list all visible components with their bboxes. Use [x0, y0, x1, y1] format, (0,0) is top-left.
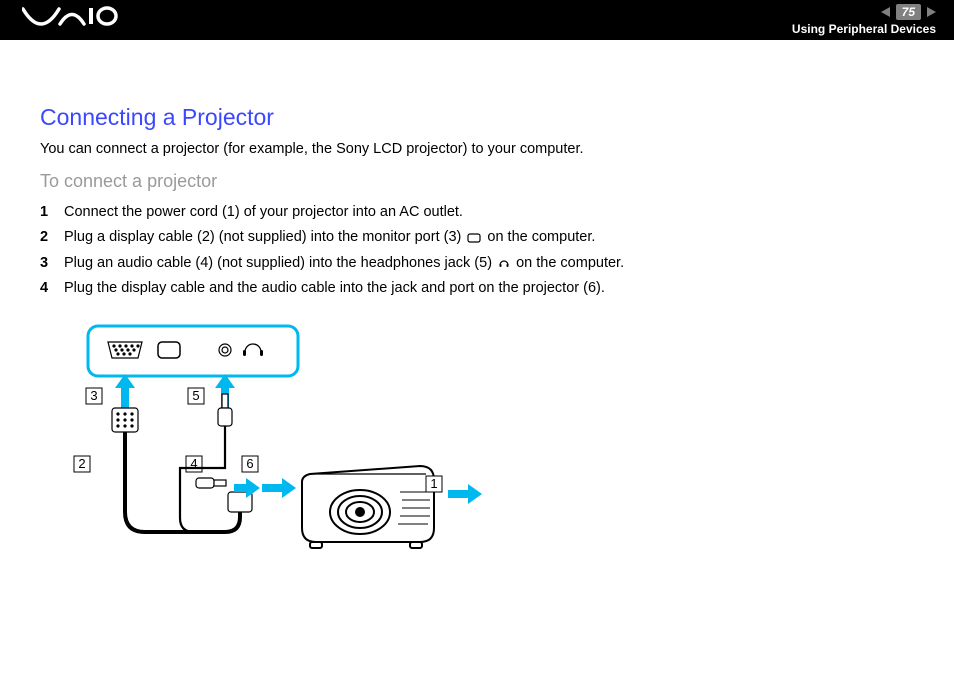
- step-item: Plug the display cable and the audio cab…: [40, 278, 914, 298]
- vaio-logo: [22, 4, 122, 26]
- diagram-label: 2: [78, 456, 85, 471]
- diagram-label: 3: [90, 388, 97, 403]
- connection-diagram: 3 5 2: [70, 322, 914, 577]
- intro-text: You can connect a projector (for example…: [40, 141, 914, 157]
- diagram-label: 6: [246, 456, 253, 471]
- step-text: Plug a display cable (2) (not supplied) …: [64, 227, 595, 247]
- step-text: Plug the display cable and the audio cab…: [64, 278, 605, 298]
- monitor-port-icon: [467, 233, 481, 243]
- step-text: Connect the power cord (1) of your proje…: [64, 202, 463, 222]
- section-title: Using Peripheral Devices: [792, 22, 936, 36]
- step-item: Connect the power cord (1) of your proje…: [40, 202, 914, 222]
- prev-page-arrow-icon[interactable]: [881, 7, 890, 17]
- step-text: Plug an audio cable (4) (not supplied) i…: [64, 253, 624, 273]
- headphones-icon: [498, 257, 510, 269]
- subheading: To connect a projector: [40, 171, 914, 192]
- page-nav: 75 Using Peripheral Devices: [792, 4, 936, 36]
- page-content: Connecting a Projector You can connect a…: [0, 40, 954, 577]
- steps-list: Connect the power cord (1) of your proje…: [40, 202, 914, 298]
- next-page-arrow-icon[interactable]: [927, 7, 936, 17]
- diagram-label: 1: [430, 476, 437, 491]
- page-number: 75: [896, 4, 921, 20]
- step-item: Plug an audio cable (4) (not supplied) i…: [40, 253, 914, 273]
- diagram-label: 5: [192, 388, 199, 403]
- page-heading: Connecting a Projector: [40, 104, 914, 131]
- page-header: 75 Using Peripheral Devices: [0, 0, 954, 40]
- step-item: Plug a display cable (2) (not supplied) …: [40, 227, 914, 247]
